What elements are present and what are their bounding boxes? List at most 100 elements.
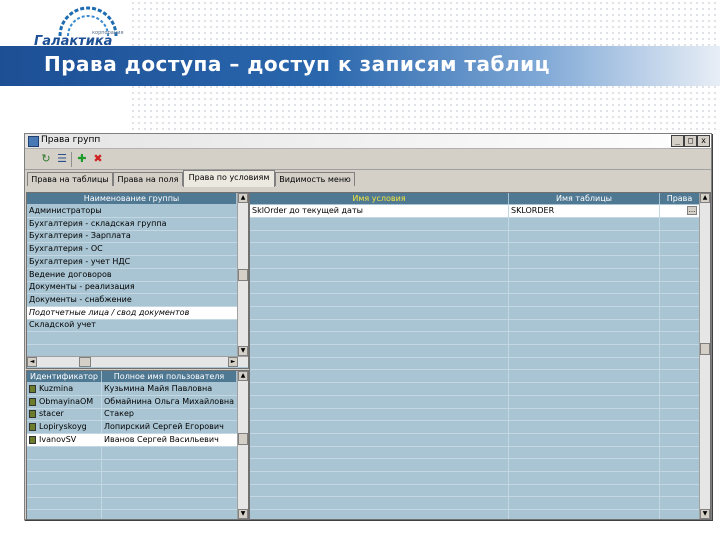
user-icon <box>29 410 36 419</box>
user-row[interactable] <box>27 459 237 473</box>
users-vertical-scrollbar[interactable]: ▲ ▼ <box>237 371 248 519</box>
delete-icon[interactable]: ✖ <box>91 152 105 166</box>
close-button[interactable]: x <box>697 135 710 147</box>
hscroll-thumb[interactable] <box>79 357 91 367</box>
groups-vertical-scrollbar[interactable]: ▲ ▼ <box>237 193 248 356</box>
groups-horizontal-scrollbar[interactable]: ◄ ► <box>27 356 248 367</box>
condition-row[interactable] <box>250 396 699 409</box>
scroll-thumb[interactable] <box>238 433 248 445</box>
user-row[interactable] <box>27 485 237 498</box>
condition-row[interactable] <box>250 294 699 307</box>
condition-row[interactable] <box>250 218 699 231</box>
condition-row[interactable] <box>250 484 699 498</box>
condition-row[interactable] <box>250 434 699 447</box>
condition-row[interactable] <box>250 446 699 460</box>
scroll-down-button[interactable]: ▼ <box>238 509 248 519</box>
condition-row[interactable] <box>250 421 699 434</box>
condition-row[interactable] <box>250 256 699 269</box>
users-pane: Идентификатор Полное имя пользователя Ku… <box>26 370 249 520</box>
group-row[interactable] <box>27 332 237 345</box>
users-fullname-header[interactable]: Полное имя пользователя <box>102 371 237 382</box>
maximize-button[interactable]: □ <box>684 135 697 147</box>
table-name-cell[interactable]: SKLORDER <box>509 205 659 217</box>
condition-row[interactable] <box>250 357 699 371</box>
condition-row[interactable] <box>250 319 699 333</box>
group-name-cell: Бухгалтерия - складская группа <box>29 218 167 228</box>
user-row[interactable]: stacer Стакер <box>27 408 237 422</box>
condition-name-header[interactable]: Имя условия <box>250 193 509 204</box>
condition-row[interactable] <box>250 497 699 511</box>
rights-picker-button[interactable]: ... <box>687 206 697 215</box>
group-name-cell: Документы - реализация <box>29 282 135 292</box>
add-icon[interactable]: ✚ <box>75 152 89 166</box>
condition-row[interactable] <box>250 510 699 519</box>
scroll-down-button[interactable]: ▼ <box>238 346 248 356</box>
condition-row[interactable] <box>250 345 699 358</box>
user-fullname-cell: Лопирский Сергей Егорович <box>104 422 224 432</box>
condition-row[interactable] <box>250 408 699 422</box>
group-row[interactable]: Бухгалтерия - Зарплата <box>27 230 237 244</box>
condition-row[interactable] <box>250 243 699 257</box>
user-row[interactable] <box>27 447 237 460</box>
condition-row[interactable]: SklOrder до текущей даты SKLORDER... <box>250 205 699 218</box>
group-row[interactable]: Бухгалтерия - ОС <box>27 243 237 257</box>
group-row[interactable]: Бухгалтерия - складская группа <box>27 218 237 231</box>
refresh-icon[interactable]: ↻ <box>39 152 53 166</box>
table-name-header[interactable]: Имя таблицы <box>509 193 660 204</box>
user-row[interactable]: IvanovSV Иванов Сергей Васильевич <box>27 433 237 447</box>
scroll-right-button[interactable]: ► <box>228 357 238 367</box>
condition-name-cell[interactable]: SklOrder до текущей даты <box>250 205 508 217</box>
groups-column-header[interactable]: Наименование группы <box>27 193 237 204</box>
user-row[interactable]: ObmayinaOM Обмайнина Ольга Михайловна <box>27 396 237 409</box>
minimize-button[interactable]: _ <box>671 135 684 147</box>
condition-row[interactable] <box>250 307 699 320</box>
scroll-up-button[interactable]: ▲ <box>700 193 710 203</box>
condition-row[interactable] <box>250 459 699 472</box>
condition-row[interactable] <box>250 332 699 345</box>
tab-field-rights[interactable]: Права на поля <box>113 172 183 186</box>
group-row[interactable]: Ведение договоров <box>27 269 237 282</box>
group-row[interactable]: Документы - реализация <box>27 281 237 295</box>
tab-menu-visibility[interactable]: Видимость меню <box>275 172 355 186</box>
condition-row[interactable] <box>250 472 699 485</box>
group-row[interactable]: Подотчетные лица / свод документов <box>27 306 237 320</box>
user-fullname-cell: Стакер <box>104 409 134 419</box>
user-icon <box>29 435 36 444</box>
scroll-down-button[interactable]: ▼ <box>700 509 710 519</box>
condition-row[interactable] <box>250 370 699 384</box>
scroll-up-button[interactable]: ▲ <box>238 193 248 203</box>
user-id-cell: ObmayinaOM <box>39 396 94 406</box>
scroll-thumb[interactable] <box>238 269 248 281</box>
tab-condition-rights[interactable]: Права по условиям <box>183 170 275 187</box>
user-row[interactable] <box>27 497 237 511</box>
rights-header[interactable]: Права <box>660 193 700 204</box>
scroll-up-button[interactable]: ▲ <box>238 371 248 381</box>
condition-row[interactable] <box>250 269 699 282</box>
group-row[interactable]: Администраторы <box>27 205 237 218</box>
rights-cell[interactable]: ... <box>660 205 699 217</box>
user-id-cell: stacer <box>39 409 64 419</box>
tab-table-rights[interactable]: Права на таблицы <box>27 172 113 186</box>
group-name-cell: Подотчетные лица / свод документов <box>29 307 190 317</box>
window-titlebar[interactable]: Права групп _ □ x <box>25 134 711 149</box>
conditions-vertical-scrollbar[interactable]: ▲ ▼ <box>699 193 710 519</box>
user-row[interactable] <box>27 472 237 485</box>
condition-row[interactable] <box>250 383 699 396</box>
scroll-thumb[interactable] <box>700 343 710 355</box>
group-row[interactable]: Документы - снабжение <box>27 294 237 307</box>
user-row[interactable]: Kuzmina Кузьмина Майя Павловна <box>27 383 237 396</box>
group-name-cell: Бухгалтерия - учет НДС <box>29 256 131 266</box>
group-row[interactable]: Складской учет <box>27 319 237 333</box>
condition-row[interactable] <box>250 230 699 244</box>
group-name-cell: Бухгалтерия - Зарплата <box>29 231 131 241</box>
scroll-left-button[interactable]: ◄ <box>27 357 37 367</box>
condition-row[interactable] <box>250 281 699 295</box>
list-icon[interactable]: ☰ <box>55 152 69 166</box>
users-id-header[interactable]: Идентификатор <box>27 371 102 382</box>
group-row[interactable]: Бухгалтерия - учет НДС <box>27 256 237 269</box>
slide-title: Права доступа – доступ к записям таблиц <box>44 52 550 76</box>
group-name-cell: Бухгалтерия - ОС <box>29 244 103 254</box>
user-row[interactable]: Lopiryskoyg Лопирский Сергей Егорович <box>27 421 237 435</box>
group-name-cell: Складской учет <box>29 320 96 330</box>
toolbar-separator <box>71 152 72 167</box>
